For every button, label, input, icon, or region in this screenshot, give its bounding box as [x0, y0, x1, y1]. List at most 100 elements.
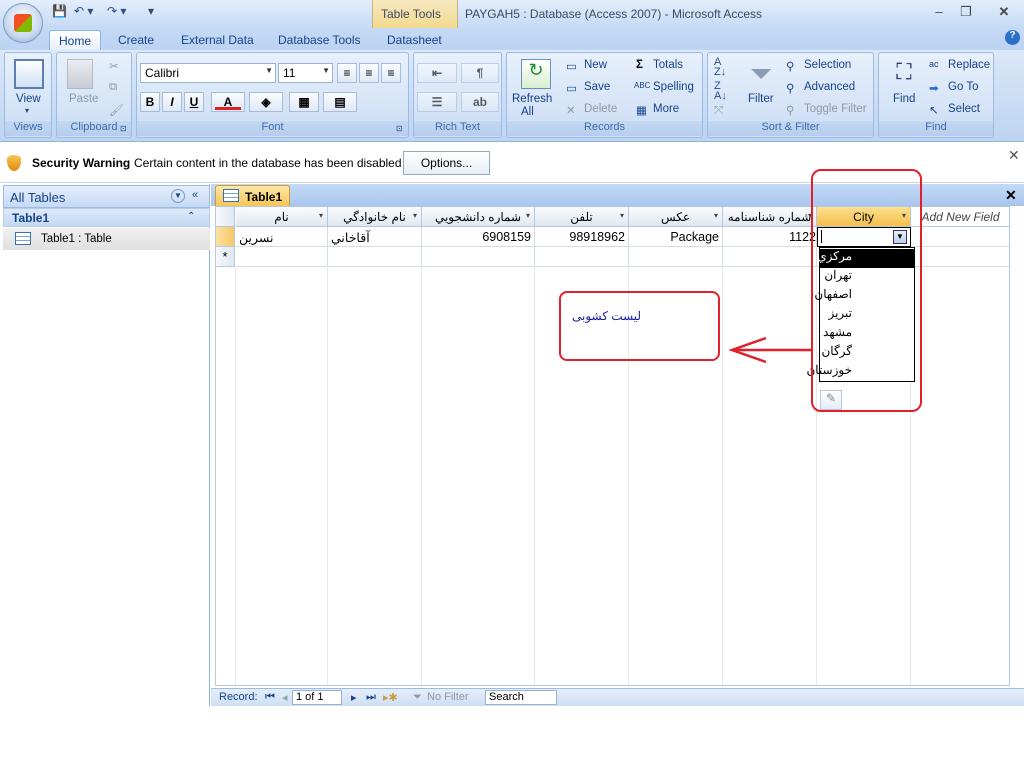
redo-icon[interactable]: ↷ ▾ — [107, 4, 126, 22]
table-cell[interactable]: 1122 — [723, 227, 817, 247]
filter-status[interactable]: No Filter — [427, 691, 469, 703]
undo-icon[interactable]: ↶ ▾ — [74, 4, 93, 22]
prev-record-icon[interactable]: ◂ — [282, 691, 288, 704]
tab-external-data[interactable]: External Data — [181, 30, 254, 50]
sort-descending-icon[interactable]: Z A↓ — [714, 81, 727, 102]
minimize-icon[interactable]: – — [928, 4, 950, 20]
chevron-down-icon[interactable]: ▼ — [171, 189, 185, 203]
align-left-icon[interactable]: ≡ — [337, 63, 357, 83]
bullets-icon[interactable]: ☰ — [417, 92, 457, 112]
save-icon[interactable]: 💾 — [52, 4, 67, 22]
document-tab[interactable]: Table1 — [215, 185, 290, 206]
column-header[interactable]: شماره دانشجويي ▾ — [422, 207, 535, 227]
tab-datasheet[interactable]: Datasheet — [387, 30, 442, 50]
chevron-down-icon[interactable]: ▾ — [526, 211, 530, 220]
chevron-down-icon[interactable]: ▾ — [319, 211, 323, 220]
italic-button[interactable]: I — [162, 92, 182, 112]
dialog-launcher-icon[interactable]: ⊡ — [120, 124, 127, 133]
nav-item-table1[interactable]: Table1 : Table — [3, 228, 210, 250]
paste-button[interactable]: Paste — [69, 93, 98, 105]
font-name-combo[interactable]: Calibri ▼ — [140, 63, 276, 83]
clear-sort-icon[interactable]: ⤧ — [714, 105, 723, 118]
underline-button[interactable]: U — [184, 92, 204, 112]
search-input[interactable]: Search — [485, 690, 557, 705]
format-painter-icon[interactable]: 🖌 — [109, 103, 124, 117]
new-record-marker[interactable]: * — [216, 247, 235, 267]
tab-home[interactable]: Home — [49, 30, 101, 50]
column-header[interactable]: نام ▾ — [236, 207, 328, 227]
table-cell[interactable] — [911, 247, 1009, 267]
alternate-fill-icon[interactable]: ▤ — [323, 92, 357, 112]
indent-icon[interactable]: ⇤ — [417, 63, 457, 83]
gridlines-icon[interactable]: ▦ — [289, 92, 319, 112]
close-icon[interactable]: ✕ — [993, 4, 1015, 20]
table-cell[interactable]: 98918962 — [535, 227, 629, 247]
add-new-field-header[interactable]: Add New Field — [911, 207, 1009, 227]
current-record-input[interactable]: 1 of 1 — [292, 690, 342, 705]
close-icon[interactable]: ✕ — [1005, 187, 1017, 204]
table-cell[interactable]: نسرين — [236, 227, 328, 247]
new-record-button[interactable]: New — [584, 59, 607, 71]
table-cell[interactable]: آقاخاني — [328, 227, 422, 247]
spelling-button[interactable]: Spelling — [653, 81, 694, 93]
tab-create[interactable]: Create — [118, 30, 154, 50]
selection-button[interactable]: Selection — [804, 59, 851, 71]
highlight-icon[interactable]: ab — [461, 92, 499, 112]
table-cell[interactable] — [629, 247, 723, 267]
column-header[interactable]: تلفن ▾ — [535, 207, 629, 227]
advanced-button[interactable]: Advanced — [804, 81, 855, 93]
select-button[interactable]: Select — [948, 103, 980, 115]
find-button[interactable]: Find — [893, 93, 915, 105]
copy-icon[interactable]: ⧉ — [109, 81, 117, 94]
replace-button[interactable]: Replace — [948, 59, 990, 71]
next-record-icon[interactable]: ▸ — [351, 691, 357, 704]
first-record-icon[interactable]: ⏮ — [265, 691, 275, 704]
nav-header[interactable]: All Tables ▼ « — [3, 185, 210, 208]
new-record-nav-icon[interactable]: ▸✱ — [383, 691, 398, 704]
customize-qat-icon[interactable]: ▾ — [148, 4, 154, 22]
restore-icon[interactable]: ❐ — [955, 4, 977, 20]
column-header[interactable]: نام خانوادگي ▾ — [328, 207, 422, 227]
shutter-bar-icon[interactable]: « — [192, 189, 198, 201]
table-cell[interactable] — [535, 247, 629, 267]
nav-group[interactable]: Table1 ⌃ — [3, 208, 210, 227]
font-color-icon[interactable]: A — [211, 92, 245, 112]
table-cell[interactable] — [911, 227, 1009, 247]
dialog-launcher-icon[interactable]: ⊡ — [396, 124, 403, 133]
chevron-down-icon[interactable]: ▾ — [620, 211, 624, 220]
fill-color-icon[interactable]: ◈ — [249, 92, 283, 112]
align-right-icon[interactable]: ≡ — [381, 63, 401, 83]
cut-icon[interactable]: ✂ — [109, 59, 119, 73]
refresh-all-button[interactable]: Refresh — [512, 93, 552, 105]
table-cell[interactable]: Package — [629, 227, 723, 247]
column-header[interactable]: شماره شناسنامه ▾ — [723, 207, 817, 227]
more-button[interactable]: More — [653, 103, 679, 115]
view-button[interactable]: View — [16, 93, 41, 105]
bold-button[interactable]: B — [140, 92, 160, 112]
table-cell[interactable]: 6908159 — [422, 227, 535, 247]
options-button[interactable]: Options... — [403, 151, 490, 175]
goto-button[interactable]: Go To — [948, 81, 978, 93]
font-size-combo[interactable]: 11 ▼ — [278, 63, 333, 83]
save-record-button[interactable]: Save — [584, 81, 610, 93]
totals-button[interactable]: Totals — [653, 59, 683, 71]
select-all-corner[interactable] — [216, 207, 235, 227]
column-header[interactable]: عکس ▾ — [629, 207, 723, 227]
table-cell[interactable] — [723, 247, 817, 267]
chevron-down-icon[interactable]: ▾ — [413, 211, 417, 220]
office-button[interactable] — [3, 3, 43, 43]
table-cell[interactable] — [328, 247, 422, 267]
tab-database-tools[interactable]: Database Tools — [278, 30, 361, 50]
delete-button[interactable]: Delete — [584, 103, 617, 115]
collapse-icon[interactable]: ⌃ — [187, 211, 195, 222]
filter-button[interactable]: Filter — [748, 93, 774, 105]
last-record-icon[interactable]: ⏭ — [366, 691, 376, 704]
table-cell[interactable] — [422, 247, 535, 267]
table-cell[interactable] — [236, 247, 328, 267]
align-center-icon[interactable]: ≡ — [359, 63, 379, 83]
chevron-down-icon[interactable]: ▾ — [714, 211, 718, 220]
paragraph-direction-icon[interactable]: ¶ — [461, 63, 499, 83]
toggle-filter-button[interactable]: Toggle Filter — [804, 103, 867, 115]
row-selector[interactable] — [216, 227, 235, 247]
close-icon[interactable]: ✕ — [1008, 147, 1020, 164]
